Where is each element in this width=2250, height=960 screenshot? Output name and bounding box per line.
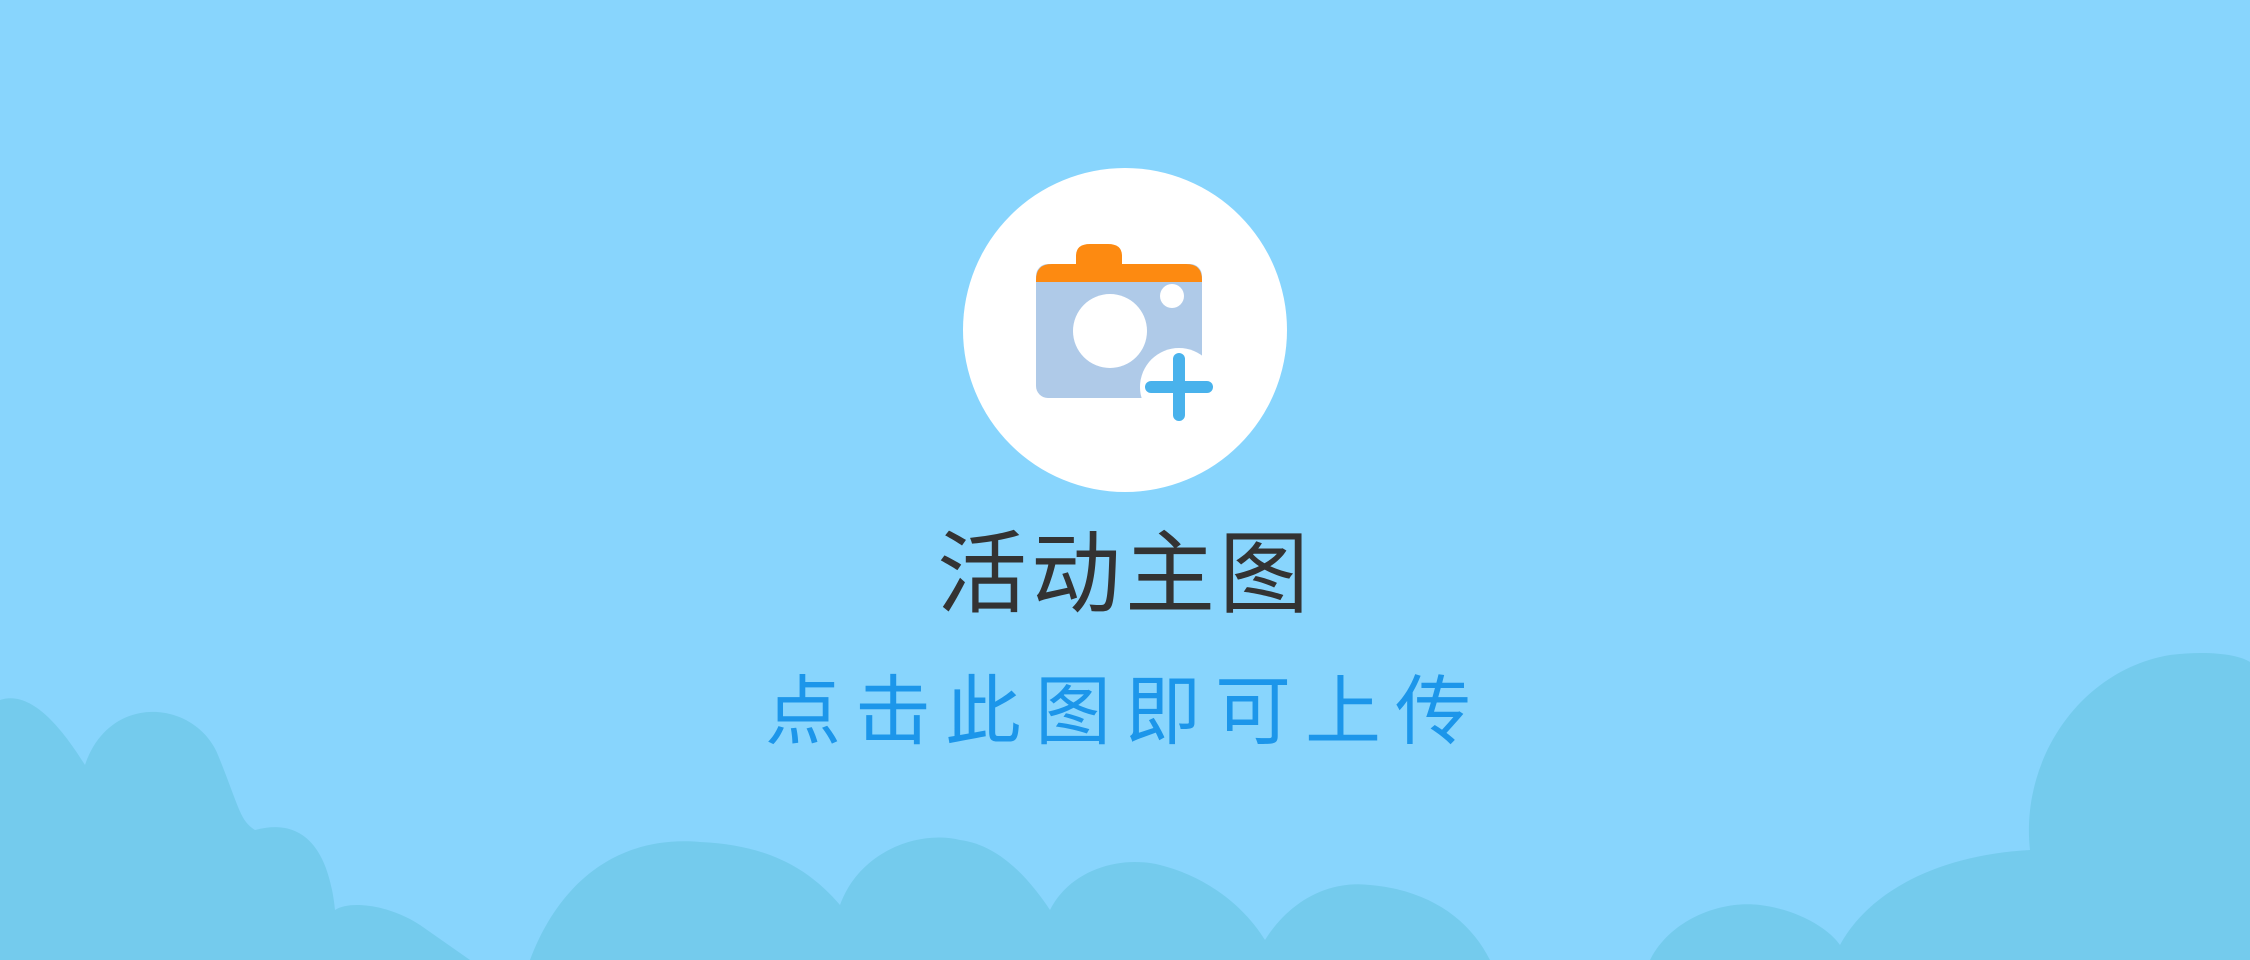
upload-hint[interactable]: 点击此图即可上传: [0, 662, 2250, 762]
upload-title: 活动主图: [937, 522, 1313, 627]
camera-add-icon: [1036, 244, 1216, 422]
upload-area[interactable]: 活动主图 点击此图即可上传: [0, 0, 2250, 960]
